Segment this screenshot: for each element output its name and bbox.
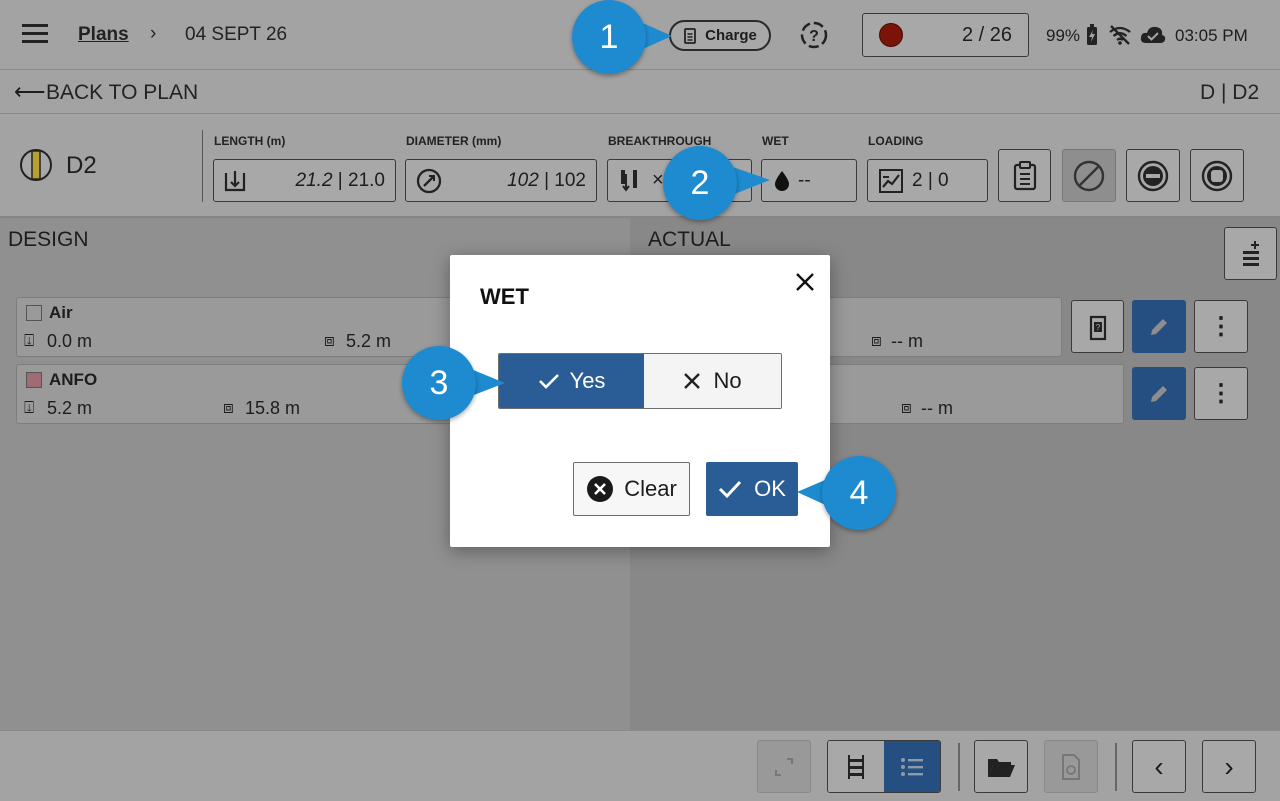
callout-2-badge: 2: [663, 146, 737, 220]
callout-4-badge: 4: [822, 456, 896, 530]
callout-pointers: [466, 20, 832, 508]
callout-1-badge: 1: [572, 0, 646, 74]
callout-3-badge: 3: [402, 346, 476, 420]
